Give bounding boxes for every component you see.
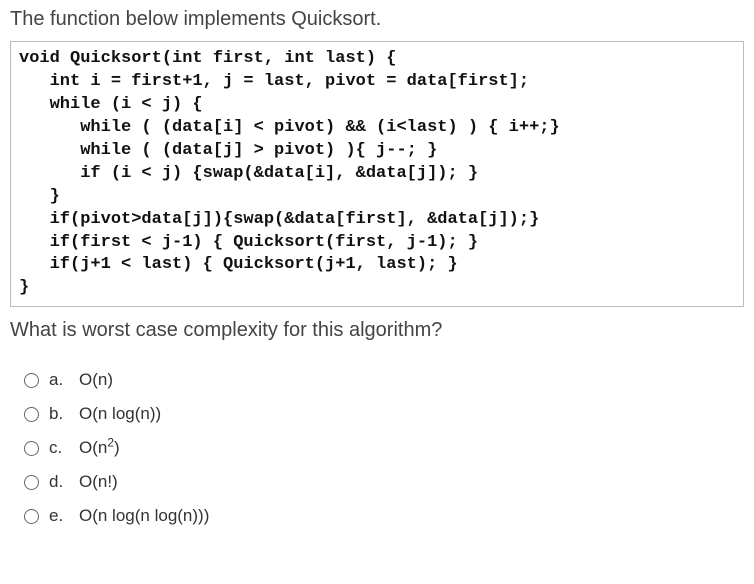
option-letter: e.	[49, 506, 69, 526]
option-text: O(n!)	[79, 472, 118, 492]
quiz-container: The function below implements Quicksort.…	[0, 0, 754, 534]
option-text: O(n log(n))	[79, 404, 161, 424]
radio-icon[interactable]	[24, 373, 39, 388]
option-text: O(n)	[79, 370, 113, 390]
options-group: a. O(n) b. O(n log(n)) c. O(n2) d. O(n!)…	[10, 370, 744, 526]
option-text: O(n2)	[79, 438, 120, 458]
option-e[interactable]: e. O(n log(n log(n)))	[24, 506, 744, 526]
option-letter: a.	[49, 370, 69, 390]
radio-icon[interactable]	[24, 509, 39, 524]
code-block: void Quicksort(int first, int last) { in…	[10, 41, 744, 307]
question-text: What is worst case complexity for this a…	[10, 319, 744, 342]
option-b[interactable]: b. O(n log(n))	[24, 404, 744, 424]
option-a[interactable]: a. O(n)	[24, 370, 744, 390]
option-text: O(n log(n log(n)))	[79, 506, 209, 526]
radio-icon[interactable]	[24, 441, 39, 456]
option-d[interactable]: d. O(n!)	[24, 472, 744, 492]
option-letter: d.	[49, 472, 69, 492]
option-letter: b.	[49, 404, 69, 424]
option-letter: c.	[49, 438, 69, 458]
radio-icon[interactable]	[24, 407, 39, 422]
option-c[interactable]: c. O(n2)	[24, 438, 744, 458]
radio-icon[interactable]	[24, 475, 39, 490]
intro-text: The function below implements Quicksort.	[10, 8, 744, 31]
